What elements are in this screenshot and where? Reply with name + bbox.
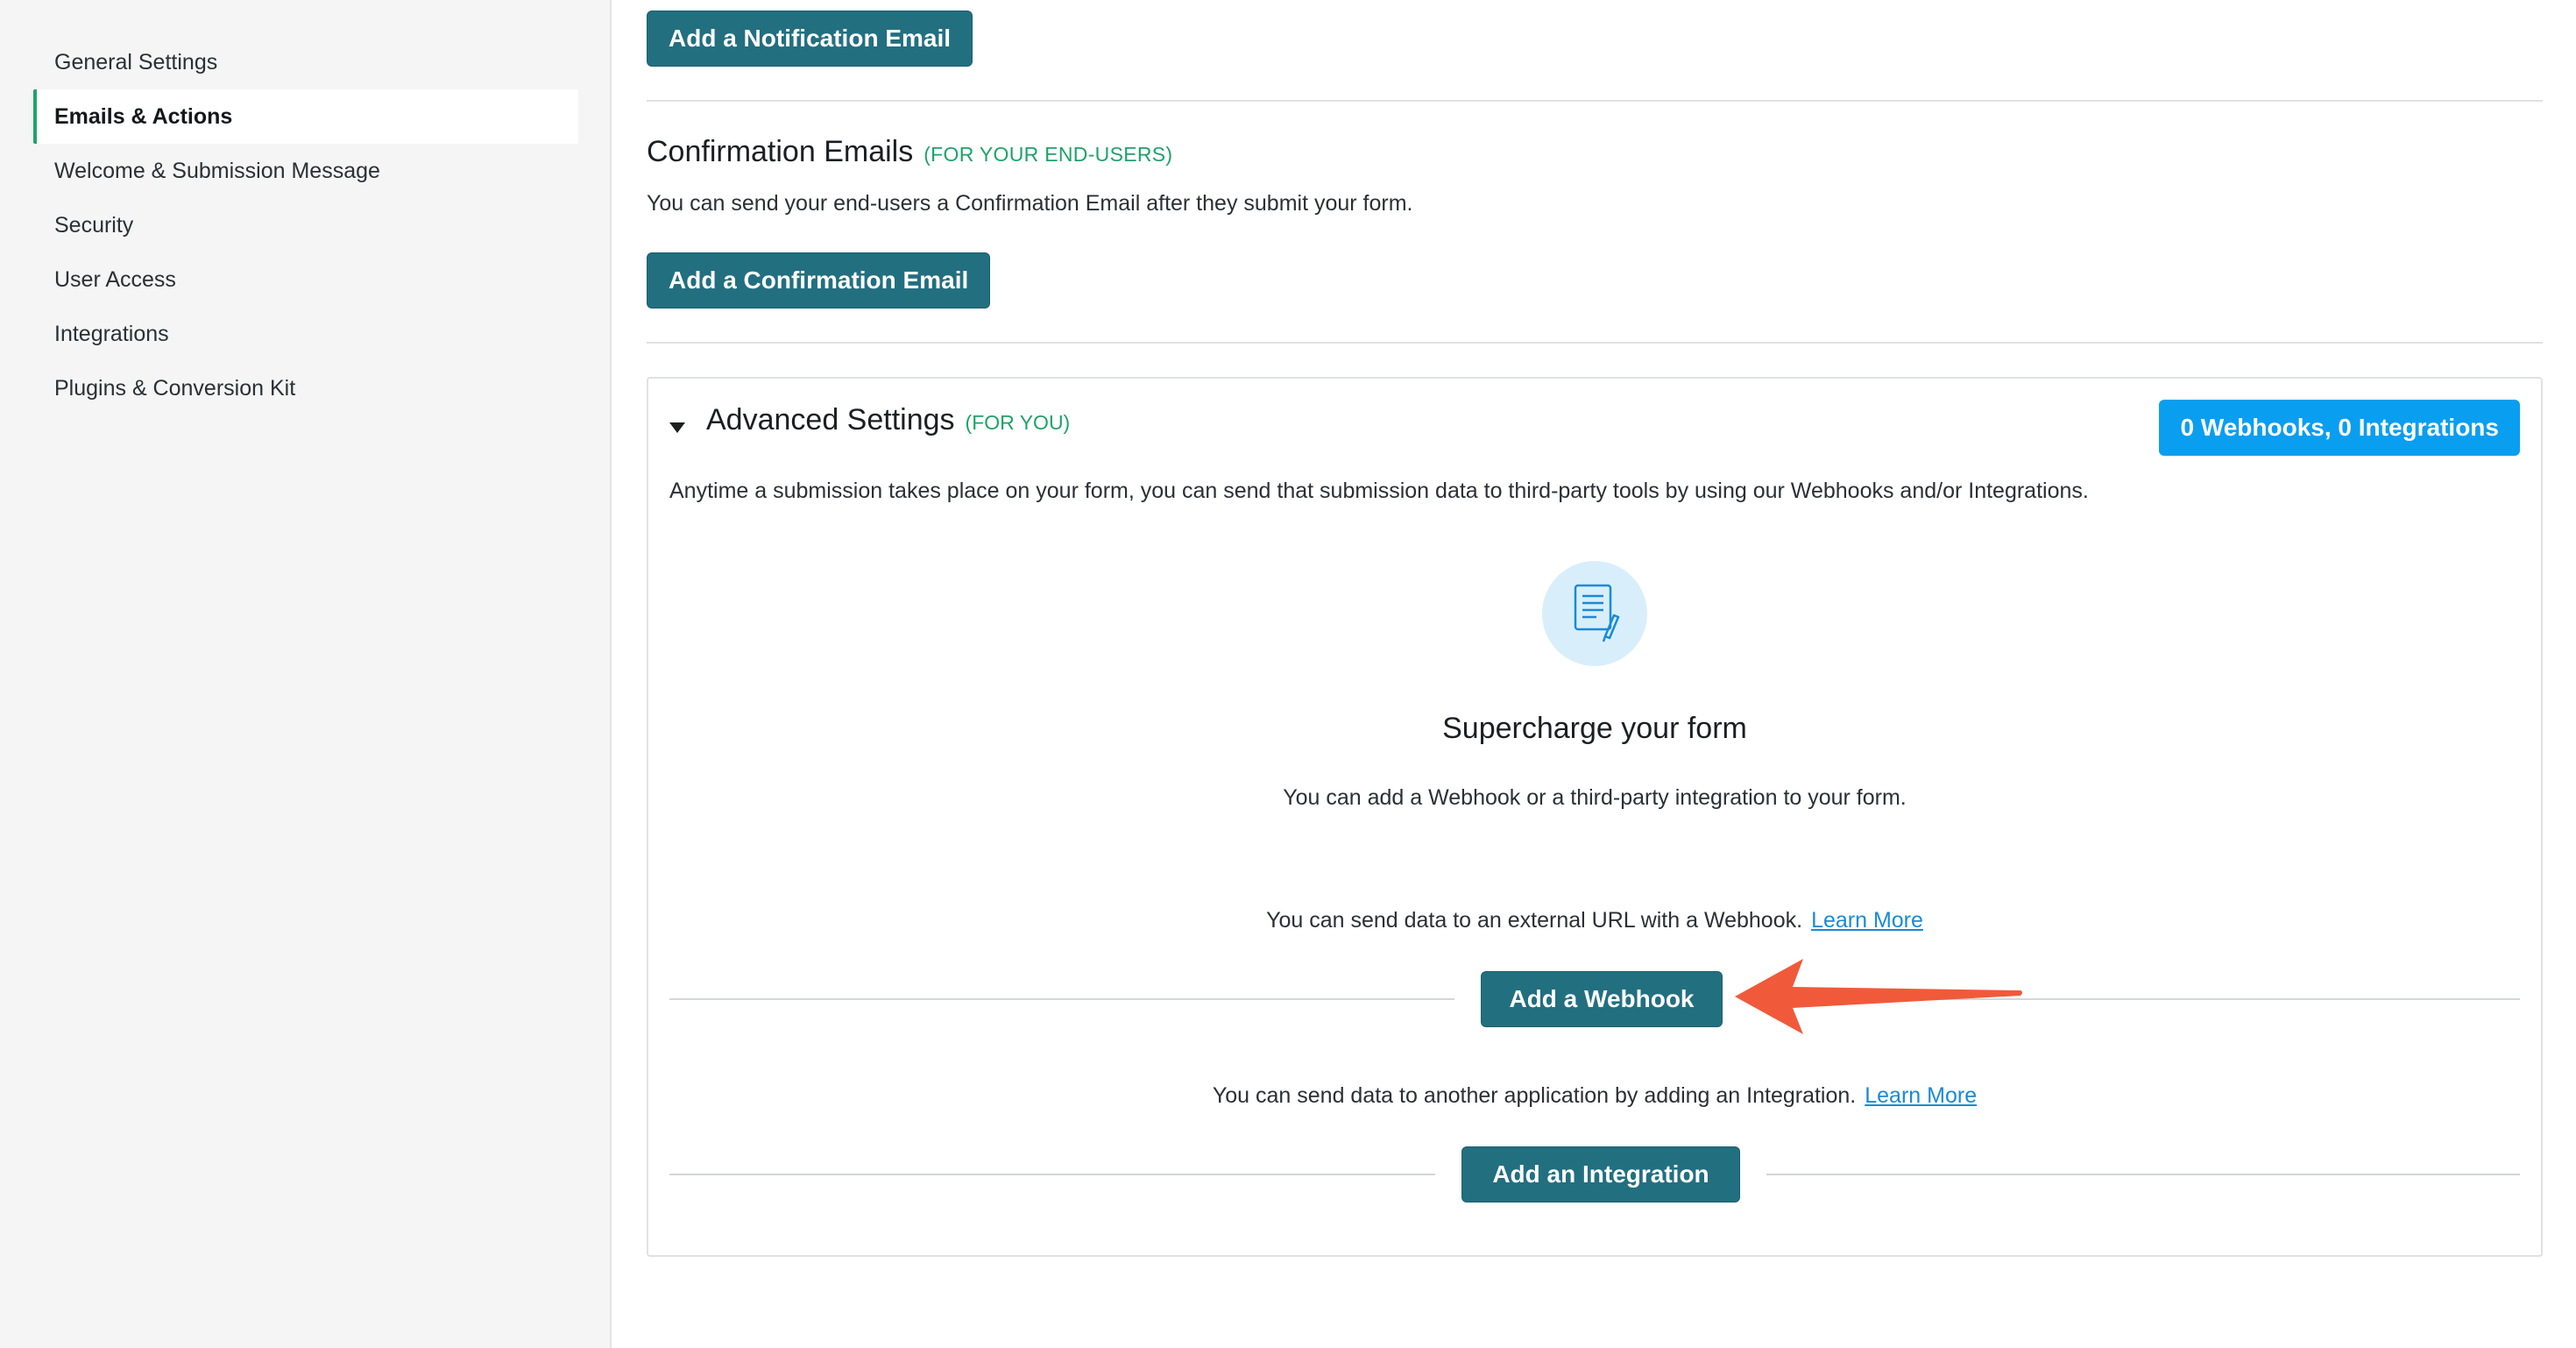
add-confirmation-email-button[interactable]: Add a Confirmation Email <box>647 252 991 309</box>
webhook-button-row: Add a Webhook <box>669 971 2520 1027</box>
integration-learn-more-link[interactable]: Learn More <box>1865 1083 1977 1108</box>
divider-line <box>669 1174 1435 1175</box>
settings-sidebar: General Settings Emails & Actions Welcom… <box>0 0 612 1348</box>
sidebar-item-user-access[interactable]: User Access <box>33 252 578 307</box>
advanced-settings-description: Anytime a submission takes place on your… <box>669 479 2089 503</box>
annotation-arrow-icon <box>1735 959 2022 1034</box>
webhook-info: You can send data to an external URL wit… <box>648 908 2541 933</box>
confirmation-audience-tag: (FOR YOUR END-USERS) <box>924 143 1173 166</box>
webhook-info-text: You can send data to an external URL wit… <box>1266 908 1803 933</box>
confirmation-heading: Confirmation Emails (FOR YOUR END-USERS) <box>647 135 1172 169</box>
divider-line <box>669 998 1454 1000</box>
add-integration-button[interactable]: Add an Integration <box>1461 1146 1740 1203</box>
main-content: Add a Notification Email Confirmation Em… <box>647 0 2543 1348</box>
sidebar-item-general-settings[interactable]: General Settings <box>33 35 578 89</box>
add-webhook-button[interactable]: Add a Webhook <box>1481 971 1723 1027</box>
confirmation-description: You can send your end-users a Confirmati… <box>647 191 1413 216</box>
advanced-settings-panel: Advanced Settings (FOR YOU) 0 Webhooks, … <box>647 377 2543 1257</box>
collapse-caret-icon[interactable] <box>669 422 685 433</box>
confirmation-title: Confirmation Emails <box>647 135 914 168</box>
integration-info: You can send data to another application… <box>648 1083 2541 1109</box>
add-notification-email-button[interactable]: Add a Notification Email <box>647 11 973 67</box>
sidebar-item-security[interactable]: Security <box>33 198 578 252</box>
supercharge-subtitle: You can add a Webhook or a third-party i… <box>1283 785 1907 810</box>
document-pen-icon <box>1542 561 1647 666</box>
webhooks-integrations-count-badge[interactable]: 0 Webhooks, 0 Integrations <box>2159 400 2520 456</box>
supercharge-title: Supercharge your form <box>1442 712 1747 745</box>
advanced-settings-heading[interactable]: Advanced Settings (FOR YOU) <box>706 403 1070 437</box>
section-divider <box>647 342 2543 344</box>
advanced-settings-title: Advanced Settings <box>706 403 955 436</box>
integration-button-row: Add an Integration <box>669 1146 2520 1203</box>
webhook-learn-more-link[interactable]: Learn More <box>1811 908 1923 933</box>
sidebar-item-integrations[interactable]: Integrations <box>33 307 578 361</box>
divider-line <box>1766 1174 2520 1175</box>
settings-nav: General Settings Emails & Actions Welcom… <box>33 35 578 415</box>
sidebar-item-welcome-submission[interactable]: Welcome & Submission Message <box>33 144 578 198</box>
sidebar-item-plugins[interactable]: Plugins & Conversion Kit <box>33 361 578 415</box>
sidebar-item-emails-actions[interactable]: Emails & Actions <box>33 89 578 144</box>
integration-info-text: You can send data to another application… <box>1212 1083 1857 1108</box>
section-divider <box>647 100 2543 102</box>
advanced-audience-tag: (FOR YOU) <box>965 411 1071 434</box>
